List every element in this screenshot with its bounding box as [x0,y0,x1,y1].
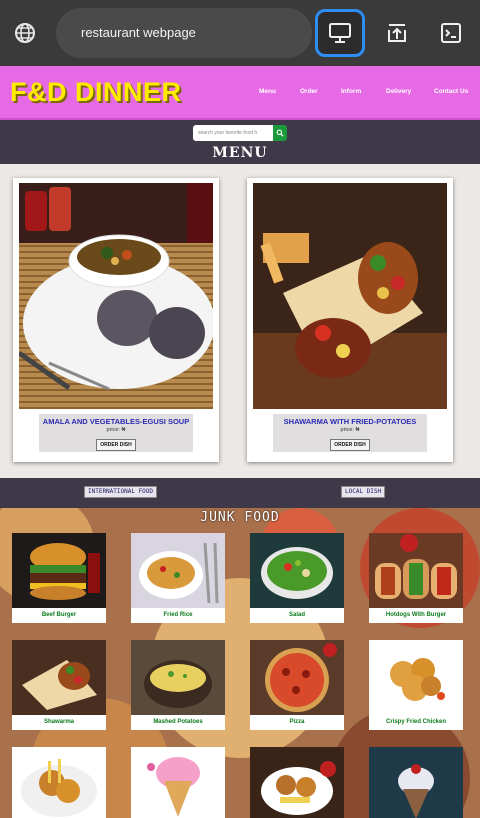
globe-icon[interactable] [12,20,38,46]
food-tile-hotdogs[interactable]: Hotdogs With Burger [369,533,463,623]
url-bar[interactable]: restaurant webpage [56,8,312,58]
share-button[interactable] [372,9,422,57]
nav-order[interactable]: Order [300,88,318,95]
terminal-button[interactable] [426,9,476,57]
order-dish-button[interactable]: ORDER DISH [96,439,136,451]
fried-chicken-image [369,640,463,715]
junk-food-section: JUNK FOOD Beef Burger Fried Rice Salad H… [0,508,480,818]
terminal-icon [441,23,461,43]
dish-card: AMALA AND VEGETABLES-EGUSI SOUP price: ₦… [13,178,219,462]
search-button[interactable] [273,125,287,141]
food-tile-beef-burger[interactable]: Beef Burger [12,533,106,623]
search-input[interactable]: search your favorite food h [193,125,273,141]
food-tile[interactable] [250,747,344,818]
beef-burger-image [12,533,106,608]
food-tile-shawarma[interactable]: Shawarma [12,640,106,730]
web-page: F&D DINNER Menu Order Inform Delivery Co… [0,66,480,818]
shawarma-image [12,640,106,715]
upload-icon [388,24,406,42]
food-tile-fried-rice[interactable]: Fried Rice [131,533,225,623]
food-tile-pizza[interactable]: Pizza [250,640,344,730]
nav-menu[interactable]: Menu [259,88,276,95]
hotdogs-image [369,533,463,608]
dish-card: SHAWARMA WITH FRIED-POTATOES price: ₦ OR… [247,178,453,462]
food-tile-salad[interactable]: Salad [250,533,344,623]
junk-food-heading: JUNK FOOD [200,510,280,525]
amala-egusi-image [19,183,213,409]
featured-dishes: AMALA AND VEGETABLES-EGUSI SOUP price: ₦… [0,164,480,571]
browser-toolbar: restaurant webpage [0,0,480,66]
search-icon [276,129,284,137]
food-tile-label: Hotdogs With Burger [385,612,447,618]
chicken-wings-image [250,747,344,818]
menu-section-header: search your favorite food h MENU [0,120,480,164]
food-tile-mashed-potatoes[interactable]: Mashed Potatoes [131,640,225,730]
food-tile[interactable] [131,747,225,818]
pizza-image [250,640,344,715]
menu-heading: MENU [212,145,268,161]
ice-cream-image [131,747,225,818]
dish-info: SHAWARMA WITH FRIED-POTATOES price: ₦ OR… [273,414,427,452]
food-tile-label: Mashed Potatoes [153,719,203,725]
shawarma-image [253,183,447,409]
food-tile-crispy-fried-chicken[interactable]: Crispy Fried Chicken [369,640,463,730]
international-food-button[interactable]: INTERNATIONAL FOOD [84,486,158,498]
food-tile-label: Pizza [289,719,305,725]
site-header: F&D DINNER Menu Order Inform Delivery Co… [0,66,480,120]
salad-image [250,533,344,608]
food-tile-label: Shawarma [43,719,74,725]
food-tile-label: Crispy Fried Chicken [385,719,447,725]
mashed-potatoes-image [131,640,225,715]
local-dish-button[interactable]: LOCAL DISH [341,486,386,498]
fried-rice-image [131,533,225,608]
nav-contact-us[interactable]: Contact Us [434,88,468,95]
food-tile[interactable] [12,747,106,818]
dish-title: AMALA AND VEGETABLES-EGUSI SOUP [42,417,190,426]
dish-info: AMALA AND VEGETABLES-EGUSI SOUP price: ₦… [39,414,193,452]
nav-delivery[interactable]: Delivery [386,88,411,95]
monitor-icon [329,23,351,43]
dessert-image [369,747,463,818]
food-tile-label: Fried Rice [163,612,193,618]
dish-price: price: ₦ [340,427,360,433]
dish-price: price: ₦ [106,427,126,433]
site-logo[interactable]: F&D DINNER [10,77,182,108]
fried-chicken-fries-image [12,747,106,818]
food-tile[interactable] [369,747,463,818]
category-bar: INTERNATIONAL FOOD LOCAL DISH [0,478,480,508]
desktop-view-button[interactable] [315,9,365,57]
nav-inform[interactable]: Inform [341,88,361,95]
food-tile-label: Beef Burger [41,612,77,618]
dish-title: SHAWARMA WITH FRIED-POTATOES [283,417,417,426]
order-dish-button[interactable]: ORDER DISH [330,439,370,451]
food-tile-label: Salad [288,612,305,618]
